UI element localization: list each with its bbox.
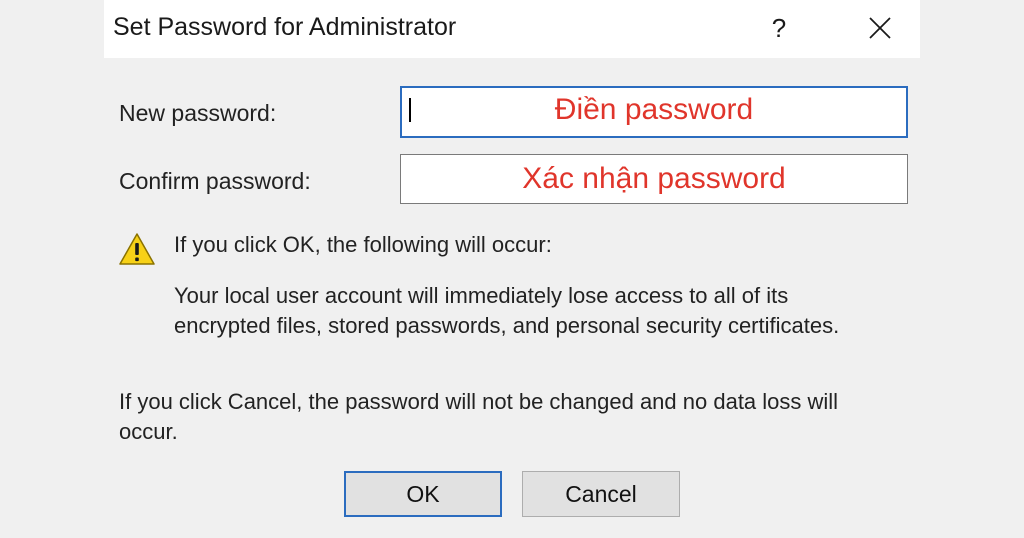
warning-body-line1: Your local user account will immediately… [174, 283, 789, 308]
cancel-button[interactable]: Cancel [522, 471, 680, 517]
help-button[interactable]: ? [754, 8, 804, 48]
confirm-password-field[interactable]: Xác nhận password [400, 154, 908, 204]
cancel-note-line1: If you click Cancel, the password will n… [119, 389, 839, 414]
warning-heading: If you click OK, the following will occu… [174, 232, 552, 257]
warning-body-line2: encrypted files, stored passwords, and p… [174, 313, 840, 338]
confirm-password-annotation: Xác nhận password [522, 162, 786, 195]
cancel-note-line2: occur. [119, 419, 178, 444]
close-icon [869, 17, 891, 39]
close-button[interactable] [854, 6, 906, 50]
title-bar: Set Password for Administrator ? [104, 0, 920, 58]
warning-icon [119, 233, 155, 265]
ok-button[interactable]: OK [344, 471, 502, 517]
new-password-field[interactable]: Điền password [400, 86, 908, 138]
new-password-annotation: Điền password [554, 93, 754, 126]
set-password-dialog: Set Password for Administrator ? New pas… [104, 0, 920, 538]
confirm-password-label: Confirm password: [119, 168, 311, 194]
new-password-label: New password: [119, 100, 277, 126]
dialog-title: Set Password for Administrator [113, 13, 457, 41]
